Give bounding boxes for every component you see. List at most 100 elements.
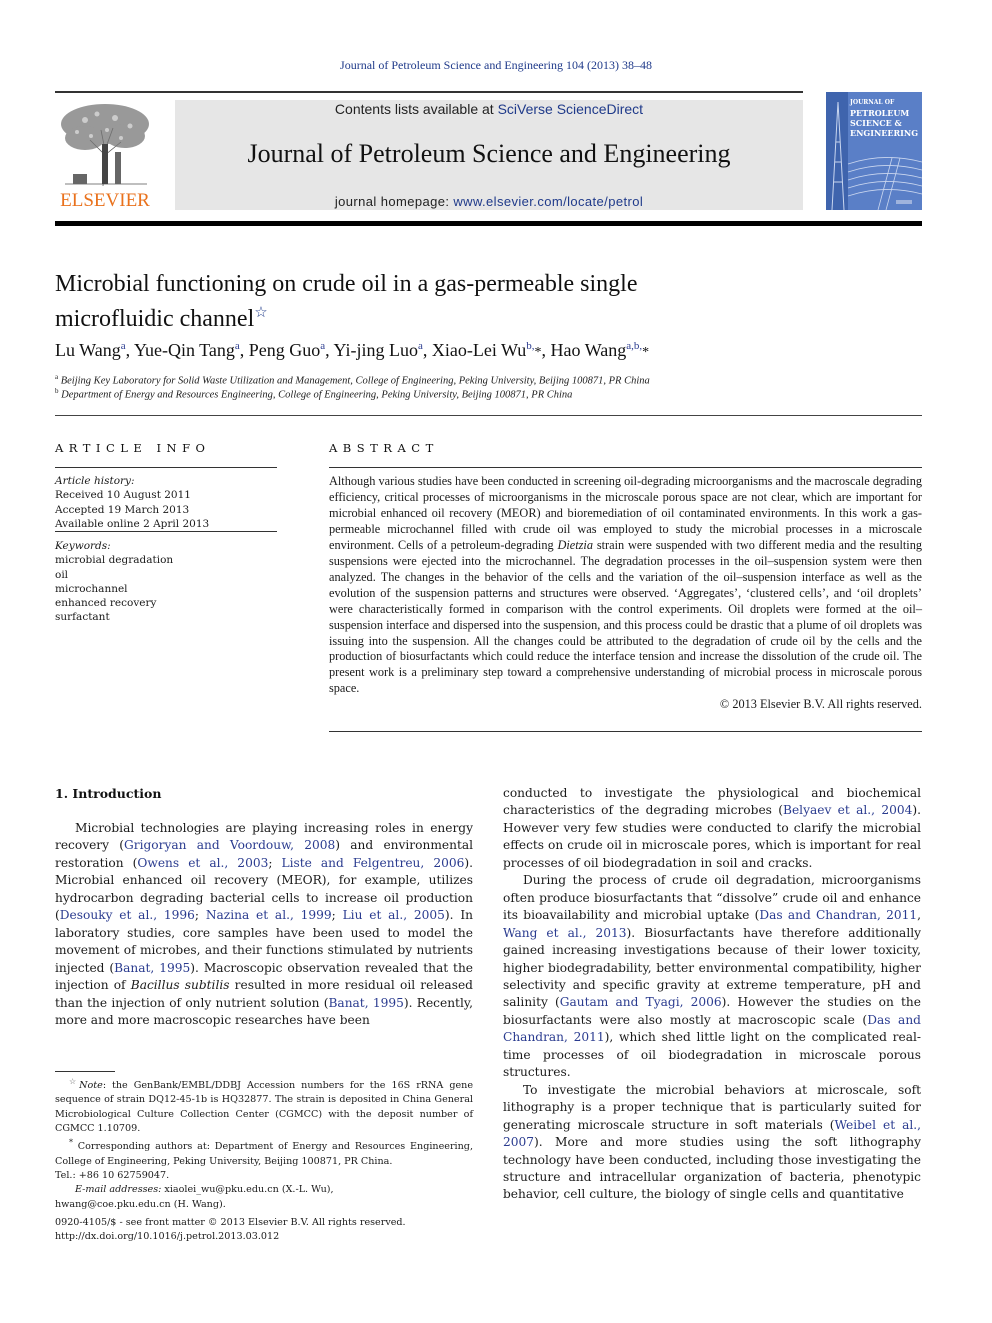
email-address[interactable]: hwang@coe.pku.edu.cn (H. Wang). <box>55 1198 473 1212</box>
abstract-part: strain were suspended with two different… <box>329 537 922 696</box>
abstract-heading: ABSTRACT <box>329 441 439 455</box>
author-separator: , <box>422 340 432 360</box>
contents-prefix: Contents lists available at <box>334 101 498 117</box>
contents-line: Contents lists available at SciVerse Sci… <box>175 101 803 117</box>
title-line-2: microfluidic channel <box>55 306 255 332</box>
article-info-heading: ARTICLE INFO <box>55 441 211 455</box>
affiliation-text: Department of Energy and Resources Engin… <box>61 389 573 401</box>
keyword: microbial degradation <box>55 554 174 567</box>
citation-link[interactable]: Wang et al., 2013 <box>503 926 627 940</box>
divider <box>329 731 922 733</box>
species-name: Dietzia <box>557 537 593 552</box>
keyword: enhanced recovery <box>55 597 157 610</box>
author-name: Yue-Qin Tang <box>133 340 235 360</box>
note-label: Note <box>79 1080 103 1092</box>
abstract-body: Although various studies have been condu… <box>329 474 922 713</box>
text: ). More and more studies using the soft … <box>503 1135 921 1202</box>
corresponding-text: Corresponding authors at: Department of … <box>55 1141 473 1167</box>
header-rule <box>55 91 803 93</box>
front-matter: 0920-4105/$ - see front matter © 2013 El… <box>55 1216 473 1245</box>
cover-line-4: ENGINEERING <box>850 128 919 138</box>
homepage-link[interactable]: www.elsevier.com/locate/petrol <box>453 194 643 209</box>
sciencedirect-link[interactable]: SciVerse ScienceDirect <box>498 101 644 117</box>
doi-link[interactable]: http://dx.doi.org/10.1016/j.petrol.2013.… <box>55 1230 473 1244</box>
journal-cover-image[interactable]: JOURNAL OF PETROLEUM SCIENCE & ENGINEERI… <box>826 92 922 210</box>
affiliation-text: Beijing Key Laboratory for Solid Waste U… <box>60 375 650 387</box>
author-name: Yi-jing Luo <box>333 340 418 360</box>
citation-link[interactable]: Desouky et al., 1996 <box>60 908 195 922</box>
keyword: microchannel <box>55 582 128 595</box>
author-name: Hao Wang <box>550 340 627 360</box>
corresponding-star-icon[interactable]: * <box>642 345 649 360</box>
available-online-date: Available online 2 April 2013 <box>55 517 210 530</box>
paragraph: To investigate the microbial behaviors a… <box>503 1082 921 1204</box>
section-heading-introduction: 1. Introduction <box>55 786 162 801</box>
author-separator: , <box>541 340 551 360</box>
body-column-right: conducted to investigate the physiologic… <box>503 785 921 1204</box>
text: ; <box>268 855 282 870</box>
history-label: Article history: <box>55 475 135 487</box>
citation-link[interactable]: Owens et al., 2003 <box>137 856 268 870</box>
footnote-corresponding: * Corresponding authors at: Department o… <box>55 1136 473 1169</box>
citation-link[interactable]: Grigoryan and Voordouw, 2008 <box>124 838 335 852</box>
footnote-rule <box>55 1071 115 1072</box>
received-date: Received 10 August 2011 <box>55 489 191 502</box>
author: Hao Wanga,b,* <box>551 340 650 360</box>
tree-icon <box>61 104 149 187</box>
paragraph: Microbial technologies are playing incre… <box>55 820 473 1029</box>
journal-reference-link[interactable]: Journal of Petroleum Science and Enginee… <box>340 58 652 72</box>
author-separator: , <box>239 340 249 360</box>
author: Yi-jing Luoa, <box>333 340 431 360</box>
abstract-copyright: © 2013 Elsevier B.V. All rights reserved… <box>719 697 922 712</box>
divider <box>55 467 277 469</box>
footnote-note: ☆Note: the GenBank/EMBL/DDBJ Accession n… <box>55 1075 473 1136</box>
author-list: Lu Wanga, Yue-Qin Tanga, Peng Guoa, Yi-j… <box>55 340 915 361</box>
affiliation-b: b Department of Energy and Resources Eng… <box>55 387 915 401</box>
text: ; <box>331 908 343 923</box>
text: , <box>917 908 921 923</box>
author-name: Xiao-Lei Wu <box>431 340 527 360</box>
homepage-prefix: journal homepage: <box>334 194 454 209</box>
affiliation-a: a Beijing Key Laboratory for Solid Waste… <box>55 373 915 387</box>
citation-link[interactable]: Banat, 1995 <box>328 996 403 1010</box>
journal-name: Journal of Petroleum Science and Enginee… <box>247 139 731 168</box>
citation-link[interactable]: Gautam and Tyagi, 2006 <box>560 995 722 1009</box>
citation-link[interactable]: Banat, 1995 <box>114 961 190 975</box>
keywords-label: Keywords: <box>55 540 111 552</box>
body-column-left: Microbial technologies are playing incre… <box>55 820 473 1029</box>
email-line: E-mail addresses: xiaolei_wu@pku.edu.cn … <box>55 1183 473 1197</box>
footnotes: ☆Note: the GenBank/EMBL/DDBJ Accession n… <box>55 1075 473 1212</box>
citation-link[interactable]: Belyaev et al., 2004 <box>783 803 912 817</box>
elsevier-wordmark: ELSEVIER <box>60 190 150 211</box>
paragraph: During the process of crude oil degradat… <box>503 872 921 1081</box>
affiliation-key: b <box>55 387 59 395</box>
citation-link[interactable]: Liste and Felgentreu, 2006 <box>281 856 464 870</box>
author: Xiao-Lei Wub,*, <box>432 340 551 360</box>
paragraph: conducted to investigate the physiologic… <box>503 785 921 872</box>
author-affil-link[interactable]: a,b, <box>626 340 642 352</box>
text: ; <box>194 908 206 923</box>
author-affil-link[interactable]: b, <box>526 340 534 352</box>
author: Lu Wanga, <box>55 340 134 360</box>
citation-link[interactable]: Liu et al., 2005 <box>343 908 445 922</box>
author-separator: , <box>125 340 134 360</box>
affiliation-key: a <box>55 373 59 381</box>
title-note-star-icon[interactable]: ☆ <box>254 305 267 321</box>
email-address[interactable]: xiaolei_wu@pku.edu.cn (X.-L. Wu), <box>161 1184 333 1195</box>
issn-line: 0920-4105/$ - see front matter © 2013 El… <box>55 1217 406 1228</box>
keyword: oil <box>55 568 69 581</box>
accepted-date: Accepted 19 March 2013 <box>55 503 190 516</box>
citation-link[interactable]: Nazina et al., 1999 <box>206 908 332 922</box>
email-label: E-mail addresses: <box>75 1184 162 1196</box>
divider <box>55 415 922 416</box>
corresponding-star-icon[interactable]: * <box>535 345 542 360</box>
author: Yue-Qin Tanga, <box>134 340 249 360</box>
keyword: surfactant <box>55 611 110 624</box>
cover-line-3: SCIENCE & <box>850 118 902 128</box>
journal-reference[interactable]: Journal of Petroleum Science and Enginee… <box>0 58 992 73</box>
citation-link[interactable]: Das and Chandran, 2011 <box>759 908 917 922</box>
divider <box>55 531 277 532</box>
article-history: Article history: Received 10 August 2011… <box>55 474 277 531</box>
telephone: Tel.: +86 10 62759047. <box>55 1170 170 1182</box>
cover-line-2: PETROLEUM <box>850 108 910 118</box>
